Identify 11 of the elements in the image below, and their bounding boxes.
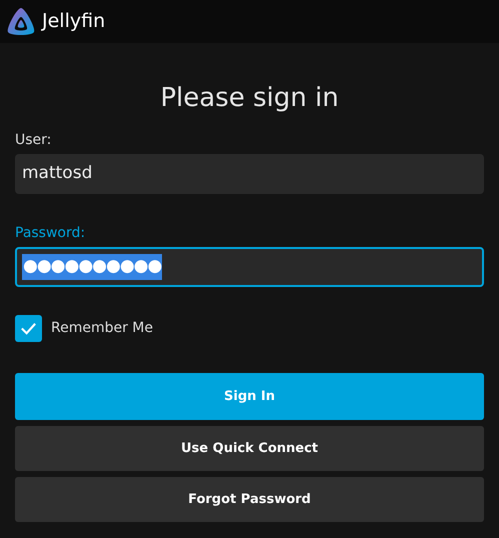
app-name: Jellyfin xyxy=(42,9,106,34)
user-label: User: xyxy=(15,131,52,149)
logo-icon xyxy=(6,6,36,36)
secondary-button[interactable]: Forgot Password xyxy=(15,477,484,522)
password-field[interactable]: ●●●●●●●●●● xyxy=(15,247,484,287)
password-label: Password: xyxy=(15,224,86,242)
secondary-button[interactable]: Use Quick Connect xyxy=(15,426,484,471)
page-title: Please sign in xyxy=(159,82,340,115)
remember-label: Remember Me xyxy=(51,319,153,338)
user-field[interactable]: mattosd xyxy=(15,154,484,194)
remember-checkbox[interactable] xyxy=(15,315,42,342)
